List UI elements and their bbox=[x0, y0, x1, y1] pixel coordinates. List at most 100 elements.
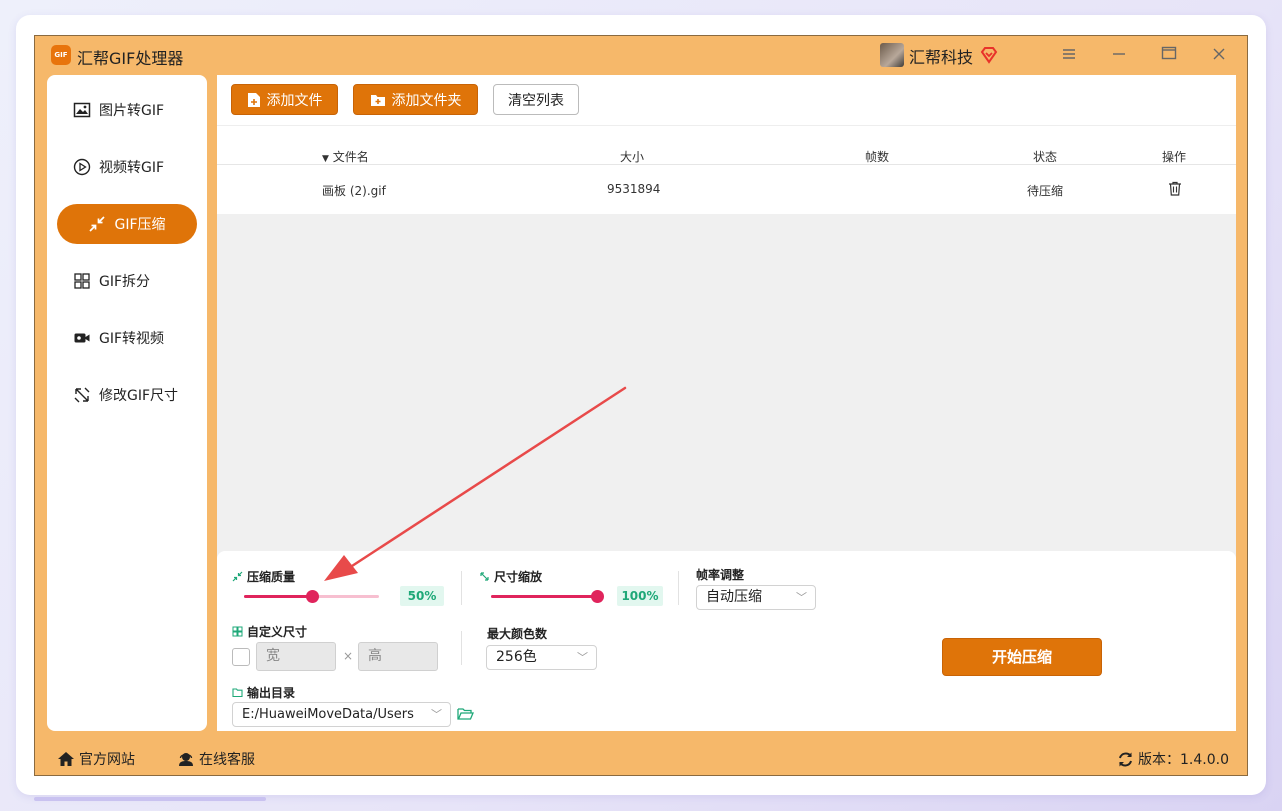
custom-size-label: 自定义尺寸 bbox=[247, 625, 308, 639]
custom-size-label-group: 自定义尺寸 bbox=[232, 623, 307, 640]
quality-slider[interactable] bbox=[244, 590, 379, 603]
image-icon bbox=[73, 102, 91, 118]
output-label: 输出目录 bbox=[247, 686, 296, 700]
chevron-down-icon: ﹀ bbox=[431, 708, 442, 721]
scale-label: 尺寸缩放 bbox=[494, 570, 543, 584]
resize-icon bbox=[480, 572, 489, 581]
sort-down-icon: ▼ bbox=[322, 154, 329, 164]
column-frames: 帧数 bbox=[865, 150, 890, 164]
times-sign: × bbox=[343, 649, 354, 663]
chevron-down-icon: ﹀ bbox=[796, 591, 807, 604]
add-file-icon bbox=[247, 92, 260, 107]
fps-select[interactable]: 自动压缩 ﹀ bbox=[696, 585, 816, 610]
file-size-cell: 9531894 bbox=[607, 182, 661, 196]
chevron-down-icon: ﹀ bbox=[577, 651, 588, 664]
close-icon[interactable] bbox=[1209, 45, 1229, 65]
output-label-group: 输出目录 bbox=[232, 684, 295, 701]
clear-list-button[interactable]: 清空列表 bbox=[493, 84, 579, 115]
settings-panel: 压缩质量 50% 尺寸缩放 100% 帧率调整 自动压缩 ﹀ 自定义尺寸 宽 ×… bbox=[217, 551, 1236, 731]
width-field[interactable]: 宽 bbox=[256, 642, 336, 671]
company-name: 汇帮科技 bbox=[909, 48, 974, 67]
folder-icon bbox=[232, 688, 243, 698]
online-support-label: 在线客服 bbox=[199, 752, 255, 768]
version-label: 版本：1.4.0.0 bbox=[1138, 752, 1229, 768]
resize-icon bbox=[74, 387, 90, 403]
grid-icon bbox=[232, 626, 243, 637]
trash-icon[interactable] bbox=[1168, 181, 1182, 196]
official-website-label: 官方网站 bbox=[79, 752, 135, 768]
menu-icon[interactable] bbox=[1059, 45, 1079, 65]
quality-label-group: 压缩质量 bbox=[232, 568, 295, 585]
height-field[interactable]: 高 bbox=[358, 642, 438, 671]
version-info[interactable]: 版本：1.4.0.0 bbox=[1117, 749, 1229, 769]
file-table-header: ▼ 文件名 大小 帧数 状态 操作 bbox=[217, 125, 1236, 165]
home-icon bbox=[58, 752, 74, 766]
column-label: 文件名 bbox=[332, 150, 369, 164]
scale-slider-fill bbox=[491, 595, 597, 598]
sidebar-item-image-to-gif[interactable]: 图片转GIF bbox=[57, 90, 197, 130]
sidebar-item-label: GIF转视频 bbox=[99, 331, 165, 347]
max-colors-label: 最大颜色数 bbox=[487, 627, 548, 641]
column-actions: 操作 bbox=[1162, 150, 1187, 164]
max-colors-select[interactable]: 256色 ﹀ bbox=[486, 645, 597, 670]
output-dir-value: E:/HuaweiMoveData/Users bbox=[242, 707, 414, 722]
sidebar-item-label: GIF拆分 bbox=[99, 274, 151, 290]
sidebar-item-gif-split[interactable]: GIF拆分 bbox=[57, 261, 197, 301]
clear-list-label: 清空列表 bbox=[508, 92, 564, 109]
column-size: 大小 bbox=[620, 150, 645, 164]
scroll-indicator bbox=[34, 797, 266, 801]
scale-label-group: 尺寸缩放 bbox=[479, 568, 542, 585]
quality-slider-thumb[interactable] bbox=[305, 590, 319, 603]
main-panel: 添加文件 添加文件夹 清空列表 ▼ 文件名 大小 帧数 状态 操作 画板 (2)… bbox=[217, 75, 1236, 731]
app-logo-icon: GIF bbox=[51, 45, 71, 65]
column-status: 状态 bbox=[1033, 150, 1058, 164]
sidebar-item-label: 视频转GIF bbox=[99, 160, 165, 176]
scale-slider[interactable] bbox=[491, 590, 604, 603]
quality-value-badge: 50% bbox=[400, 586, 444, 606]
video-icon bbox=[74, 333, 90, 343]
quality-label: 压缩质量 bbox=[247, 570, 296, 584]
custom-size-checkbox[interactable] bbox=[232, 648, 250, 666]
sidebar-item-gif-compress[interactable]: GIF压缩 bbox=[57, 204, 197, 244]
avatar[interactable] bbox=[880, 43, 904, 67]
sidebar-item-resize-gif[interactable]: 修改GIF尺寸 bbox=[57, 375, 197, 415]
divider bbox=[461, 571, 462, 605]
split-icon bbox=[74, 273, 90, 289]
sidebar-item-gif-to-video[interactable]: GIF转视频 bbox=[57, 318, 197, 358]
sidebar: 图片转GIF 视频转GIF GIF压缩 GIF拆分 GIF转视频 修改GIF尺寸 bbox=[47, 75, 207, 731]
add-folder-icon bbox=[370, 94, 385, 106]
sidebar-item-label: GIF压缩 bbox=[114, 217, 166, 233]
refresh-icon bbox=[1119, 752, 1132, 766]
app-title: 汇帮GIF处理器 bbox=[77, 49, 184, 68]
maximize-icon[interactable] bbox=[1159, 45, 1179, 65]
divider bbox=[678, 571, 679, 605]
app-window: GIF 汇帮GIF处理器 汇帮科技 图片转GIF 视频转GIF GIF压缩 GI… bbox=[34, 35, 1248, 776]
output-dir-select[interactable]: E:/HuaweiMoveData/Users ﹀ bbox=[232, 702, 451, 727]
fps-select-value: 自动压缩 bbox=[706, 589, 762, 605]
add-file-button[interactable]: 添加文件 bbox=[231, 84, 338, 115]
compress-icon bbox=[89, 216, 106, 232]
play-icon bbox=[73, 158, 91, 176]
table-row[interactable]: 画板 (2).gif 9531894 待压缩 bbox=[217, 165, 1236, 214]
add-folder-label: 添加文件夹 bbox=[391, 92, 462, 109]
scale-slider-thumb[interactable] bbox=[591, 590, 604, 603]
minimize-icon[interactable] bbox=[1109, 45, 1129, 65]
column-filename[interactable]: ▼ 文件名 bbox=[322, 148, 369, 165]
file-status-cell: 待压缩 bbox=[1027, 184, 1064, 198]
add-folder-button[interactable]: 添加文件夹 bbox=[353, 84, 478, 115]
sidebar-item-label: 修改GIF尺寸 bbox=[99, 388, 179, 404]
scale-value-badge: 100% bbox=[617, 586, 663, 606]
fps-label: 帧率调整 bbox=[696, 568, 745, 582]
quality-slider-fill bbox=[244, 595, 312, 598]
title-bar: GIF 汇帮GIF处理器 汇帮科技 bbox=[35, 36, 1247, 74]
online-support-link[interactable]: 在线客服 bbox=[177, 749, 255, 769]
official-website-link[interactable]: 官方网站 bbox=[57, 749, 135, 769]
file-name-cell: 画板 (2).gif bbox=[322, 184, 386, 198]
add-file-label: 添加文件 bbox=[266, 92, 323, 109]
open-folder-icon[interactable] bbox=[457, 707, 474, 721]
start-compress-button[interactable]: 开始压缩 bbox=[942, 638, 1102, 676]
sidebar-item-video-to-gif[interactable]: 视频转GIF bbox=[57, 147, 197, 187]
max-colors-value: 256色 bbox=[496, 649, 537, 665]
toolbar: 添加文件 添加文件夹 清空列表 bbox=[217, 75, 1236, 125]
vip-diamond-icon[interactable] bbox=[979, 45, 999, 65]
